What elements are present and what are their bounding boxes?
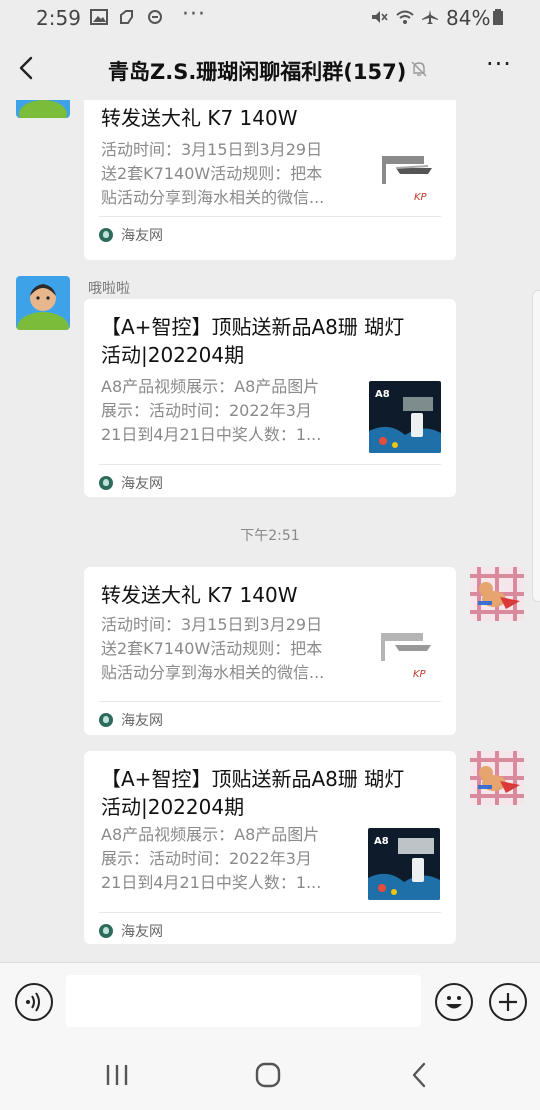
thumb-brand: A8 — [374, 836, 389, 847]
card-divider — [99, 701, 441, 702]
desc-line: 贴活动分享到海水相关的微信... — [101, 663, 325, 682]
chat-messages[interactable]: 转发送大礼 K7 140W 活动时间：3月15日到3月29日 送2套K7140W… — [0, 100, 540, 962]
card-thumbnail: A8 — [369, 381, 441, 453]
wifi-icon — [396, 10, 414, 24]
input-bar — [0, 962, 540, 1041]
card-title: 转发送大礼 K7 140W — [101, 106, 298, 130]
source-name: 海友网 — [121, 713, 163, 729]
more-options-button[interactable]: ··· — [486, 50, 512, 78]
sender-name: 哦啦啦 — [88, 281, 130, 297]
desc-line: A8产品视频展示：A8产品图片 — [101, 825, 320, 844]
desc-line: 送2套K7140W活动规则：把本 — [101, 639, 323, 658]
title-line: 活动|202204期 — [101, 343, 245, 367]
card-thumbnail: KP — [369, 621, 441, 693]
gallery-icon — [90, 9, 108, 25]
status-time: 2:59 — [36, 6, 81, 30]
nav-back-icon[interactable] — [405, 1060, 435, 1090]
source-name: 海友网 — [121, 924, 163, 940]
source-logo-icon — [99, 228, 113, 242]
avatar[interactable] — [16, 276, 70, 330]
title-line: 【A+智控】顶贴送新品A8珊 瑚灯 — [101, 315, 405, 339]
voice-icon — [26, 992, 40, 1012]
thumb-brand: A8 — [375, 389, 390, 400]
desc-line: 活动时间：3月15日到3月29日 — [101, 140, 323, 159]
shared-link-card[interactable]: 转发送大礼 K7 140W 活动时间：3月15日到3月29日 送2套K7140W… — [84, 100, 456, 260]
card-description: A8产品视频展示：A8产品图片 展示：活动时间：2022年3月 21日到4月21… — [101, 823, 351, 895]
title-line: 【A+智控】顶贴送新品A8珊 瑚灯 — [101, 767, 405, 791]
recent-apps-icon[interactable] — [102, 1060, 132, 1090]
desc-line: 展示：活动时间：2022年3月 — [101, 401, 312, 420]
my-avatar[interactable] — [470, 567, 524, 621]
avatar[interactable] — [16, 100, 70, 118]
home-icon[interactable] — [253, 1060, 283, 1090]
voice-button[interactable] — [15, 983, 53, 1021]
desc-line: 送2套K7140W活动规则：把本 — [101, 164, 323, 183]
card-source: 海友网 — [99, 473, 163, 493]
system-nav-bar — [0, 1040, 540, 1110]
scroll-handle[interactable] — [532, 290, 540, 602]
emoji-button[interactable] — [435, 983, 473, 1021]
message-input[interactable] — [66, 975, 421, 1027]
message-timestamp: 下午2:51 — [240, 528, 300, 544]
source-logo-icon — [99, 476, 113, 490]
card-title: 【A+智控】顶贴送新品A8珊 瑚灯 活动|202204期 — [101, 765, 441, 821]
more-status-dots: ··· — [182, 2, 206, 27]
card-description: A8产品视频展示：A8产品图片 展示：活动时间：2022年3月 21日到4月21… — [101, 375, 351, 447]
my-avatar[interactable] — [470, 751, 524, 805]
back-icon[interactable] — [14, 54, 42, 82]
emoji-icon — [446, 996, 462, 1009]
notification-icon — [120, 10, 133, 24]
card-description: 活动时间：3月15日到3月29日 送2套K7140W活动规则：把本 贴活动分享到… — [101, 613, 351, 685]
more-functions-button[interactable] — [489, 983, 527, 1021]
shared-link-card[interactable]: 转发送大礼 K7 140W 活动时间：3月15日到3月29日 送2套K7140W… — [84, 567, 456, 735]
thumb-brand: KP — [413, 669, 427, 680]
desc-line: 21日到4月21日中奖人数：1... — [101, 873, 322, 892]
card-thumbnail: KP — [370, 144, 442, 216]
card-source: 海友网 — [99, 710, 163, 730]
card-title: 转发送大礼 K7 140W — [101, 583, 298, 607]
source-name: 海友网 — [121, 476, 163, 492]
source-logo-icon — [99, 713, 113, 727]
airplane-icon — [422, 10, 438, 24]
mute-icon — [372, 11, 388, 23]
source-name: 海友网 — [121, 228, 163, 244]
card-description: 活动时间：3月15日到3月29日 送2套K7140W活动规则：把本 贴活动分享到… — [101, 138, 351, 210]
desc-line: 展示：活动时间：2022年3月 — [101, 849, 312, 868]
card-divider — [99, 464, 441, 465]
card-title: 【A+智控】顶贴送新品A8珊 瑚灯 活动|202204期 — [101, 313, 441, 369]
battery-level: 84% — [446, 6, 491, 30]
shared-link-card[interactable]: 【A+智控】顶贴送新品A8珊 瑚灯 活动|202204期 A8产品视频展示：A8… — [84, 299, 456, 497]
muted-bell-icon — [411, 61, 427, 77]
chat-header: 青岛Z.S.珊瑚闲聊福利群(157) ··· — [0, 36, 540, 100]
chat-title: 青岛Z.S.珊瑚闲聊福利群(157) — [108, 60, 407, 84]
plus-icon — [499, 993, 517, 1011]
card-thumbnail: A8 — [368, 828, 440, 900]
desc-line: A8产品视频展示：A8产品图片 — [101, 377, 320, 396]
card-source: 海友网 — [99, 225, 163, 245]
desc-line: 活动时间：3月15日到3月29日 — [101, 615, 323, 634]
missed-call-icon — [148, 10, 162, 24]
card-divider — [99, 912, 441, 913]
card-divider — [99, 216, 441, 217]
thumb-brand: KP — [414, 192, 428, 203]
source-logo-icon — [99, 924, 113, 938]
battery-icon — [493, 9, 503, 25]
title-line: 活动|202204期 — [101, 795, 245, 819]
status-bar: 2:59 ··· 84% — [0, 0, 540, 36]
desc-line: 21日到4月21日中奖人数：1... — [101, 425, 322, 444]
card-source: 海友网 — [99, 921, 163, 941]
shared-link-card[interactable]: 【A+智控】顶贴送新品A8珊 瑚灯 活动|202204期 A8产品视频展示：A8… — [84, 751, 456, 944]
desc-line: 贴活动分享到海水相关的微信... — [101, 188, 325, 207]
